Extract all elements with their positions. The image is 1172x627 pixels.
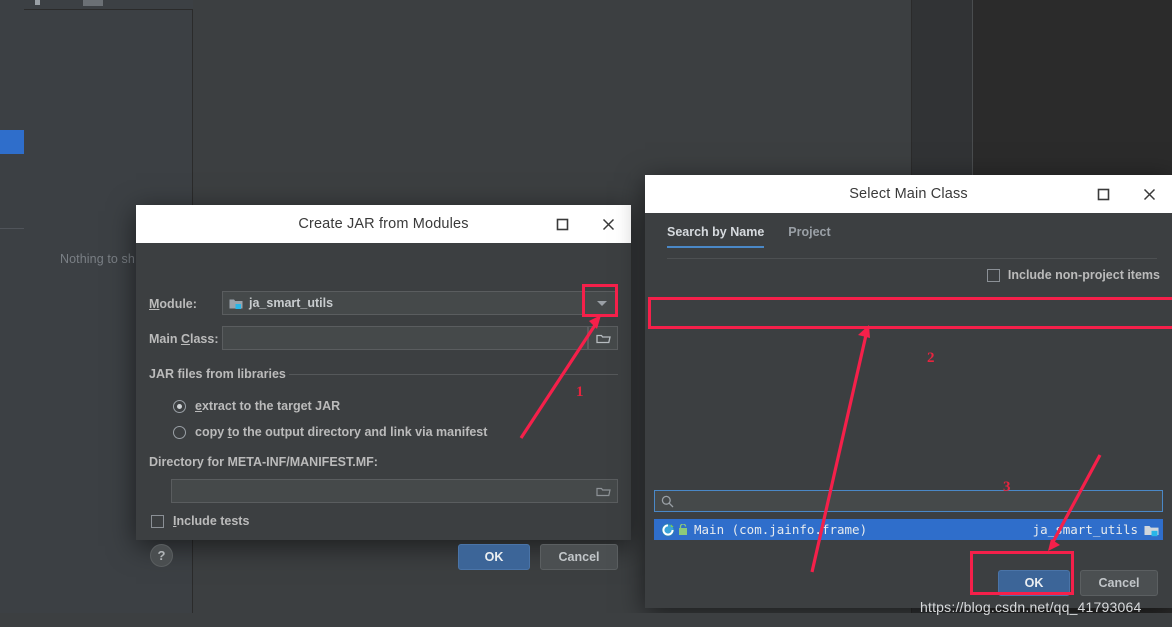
search-result-class-name: Main (com.jainfo.frame) — [694, 522, 868, 537]
annotation-number-3: 3 — [1003, 479, 1011, 495]
module-icon — [1144, 523, 1159, 537]
include-non-project-items-checkbox[interactable]: Include non-project items — [986, 268, 1160, 282]
radio-extract-indicator — [173, 399, 186, 413]
maximize-icon[interactable] — [1080, 175, 1126, 213]
watermark-text: https://blog.csdn.net/qq_41793064 — [920, 599, 1142, 615]
main-class-browse-button[interactable] — [588, 326, 618, 350]
maximize-icon[interactable] — [539, 205, 585, 243]
select-main-class-body: Search by Name Project Include non-proje… — [645, 213, 1172, 608]
search-input[interactable] — [654, 490, 1163, 512]
search-tabs: Search by Name Project — [667, 225, 831, 248]
module-combo-value: ja_smart_utils — [249, 296, 334, 310]
jar-cancel-button[interactable]: Cancel — [540, 544, 618, 570]
annotation-number-2: 2 — [927, 350, 935, 366]
include-tests-checkbox[interactable]: Include tests — [151, 514, 249, 528]
annotation-rect-ok-button — [970, 551, 1074, 595]
include-tests-label: Include tests — [173, 514, 250, 528]
search-result-module-name: ja_smart_utils — [1032, 522, 1138, 537]
search-icon — [661, 495, 674, 508]
watermark-bar — [0, 613, 1172, 627]
radio-copy-indicator — [173, 425, 186, 439]
ide-empty-panel-text: Nothing to sh — [60, 252, 135, 266]
main-class-cancel-button[interactable]: Cancel — [1080, 570, 1158, 596]
include-non-project-label: Include non-project items — [1007, 268, 1160, 282]
select-main-class-titlebar: Select Main Class — [645, 175, 1172, 213]
ide-toolbar-marker-1 — [35, 0, 40, 5]
include-non-project-indicator — [986, 268, 1000, 282]
close-icon[interactable] — [1126, 175, 1172, 213]
include-tests-indicator — [151, 514, 164, 528]
java-class-icon — [661, 523, 675, 537]
public-marker-icon — [678, 523, 688, 536]
help-button[interactable]: ? — [150, 544, 173, 567]
select-main-class-window-buttons — [1080, 175, 1172, 213]
radio-extract-to-target-jar[interactable]: extract to the target JAR — [173, 399, 340, 413]
create-jar-window-buttons — [539, 205, 631, 243]
main-class-label: Main Class: — [149, 332, 219, 346]
annotation-number-1: 1 — [576, 384, 584, 400]
annotation-rect-browse-button — [582, 284, 618, 317]
ide-tool-panel-header — [24, 0, 193, 10]
ide-toolbar-marker-2 — [83, 0, 103, 6]
ide-sidebar-active-tab[interactable] — [0, 130, 24, 154]
ide-left-strip-divider — [0, 228, 24, 229]
close-icon[interactable] — [585, 205, 631, 243]
screen: Nothing to sh Create JAR from Modules Mo… — [0, 0, 1172, 627]
create-jar-dialog: Create JAR from Modules Module: ja_smart… — [136, 205, 631, 570]
module-icon — [229, 297, 243, 310]
tab-search-by-name[interactable]: Search by Name — [667, 225, 765, 248]
manifest-dir-label: Directory for META-INF/MANIFEST.MF: — [149, 455, 378, 469]
module-label: Module: — [149, 297, 197, 311]
annotation-rect-search-result — [648, 297, 1172, 329]
main-class-input[interactable] — [222, 326, 588, 350]
create-jar-body: Module: ja_smart_utils Main Class: JAR f… — [136, 243, 631, 570]
group-divider — [289, 374, 618, 375]
module-combo[interactable]: ja_smart_utils — [222, 291, 618, 315]
ide-left-strip — [0, 0, 24, 627]
jar-libraries-group-title: JAR files from libraries — [149, 367, 292, 381]
jar-ok-button[interactable]: OK — [458, 544, 530, 570]
manifest-dir-input[interactable] — [171, 479, 618, 503]
create-jar-titlebar: Create JAR from Modules — [136, 205, 631, 243]
radio-copy-to-output-dir[interactable]: copy to the output directory and link vi… — [173, 425, 487, 439]
tabs-underline — [667, 258, 1157, 259]
search-result-row[interactable]: Main (com.jainfo.frame) ja_smart_utils — [654, 519, 1163, 540]
tab-project[interactable]: Project — [788, 225, 830, 248]
select-main-class-dialog: Select Main Class Search by Name Project… — [645, 175, 1172, 608]
radio-copy-label: copy to the output directory and link vi… — [195, 425, 488, 439]
radio-extract-label: extract to the target JAR — [195, 399, 341, 413]
